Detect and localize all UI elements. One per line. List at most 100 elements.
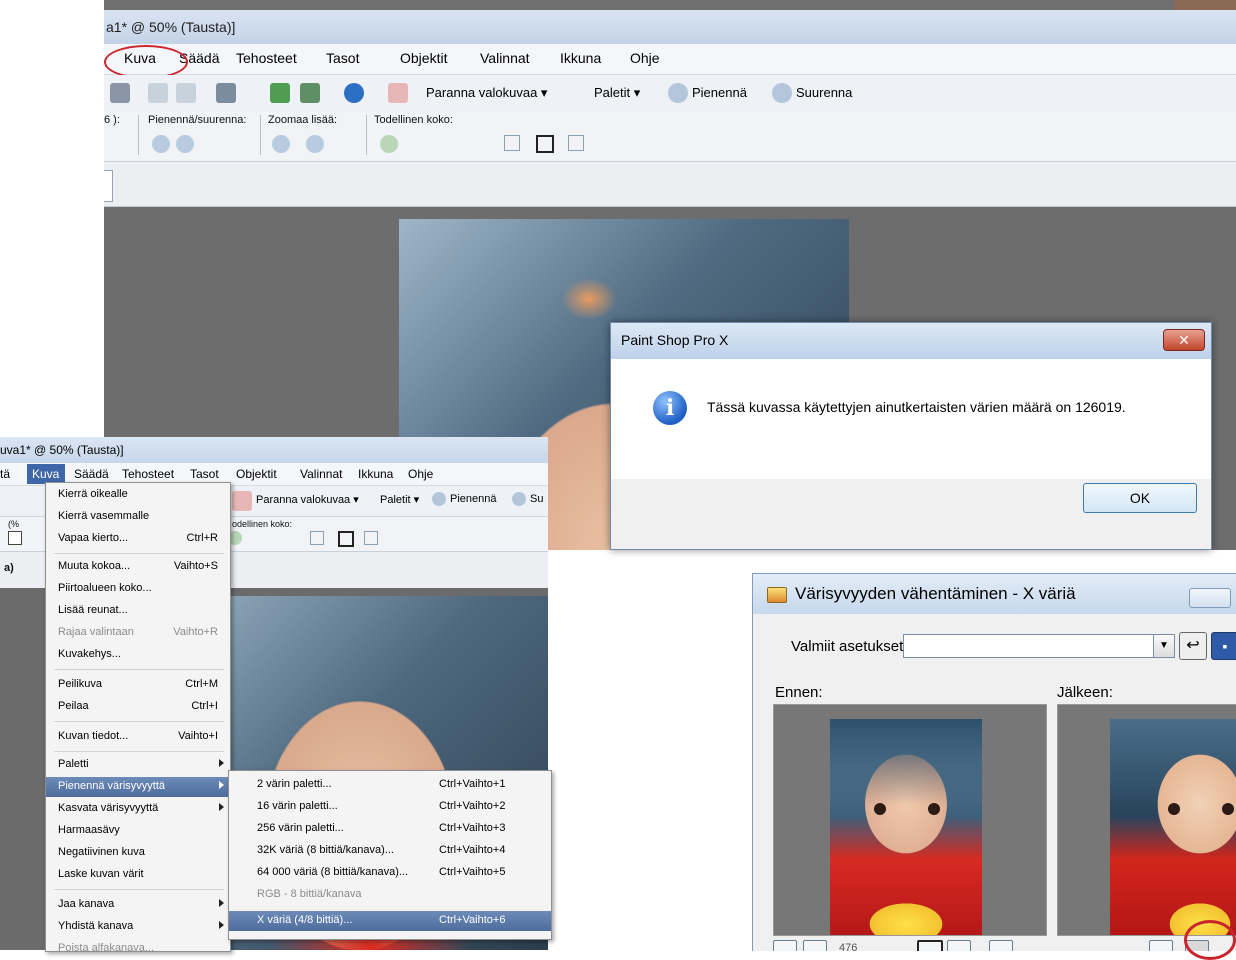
menu-item-rotate-left[interactable]: Kierrä vasemmalle xyxy=(46,507,230,527)
info-icon[interactable] xyxy=(344,83,364,103)
organizer-icon[interactable] xyxy=(300,83,320,103)
submenu-item-x-colors[interactable]: X väriä (4/8 bittiä)... Ctrl+Vaihto+6 xyxy=(229,911,551,931)
menu-item-free-rotate[interactable]: Vapaa kierto... Ctrl+R xyxy=(46,529,230,549)
zoom-more-in-icon[interactable] xyxy=(306,135,324,153)
menu-separator xyxy=(54,721,224,722)
fit-window-icon[interactable] xyxy=(504,135,520,151)
annotation-circle-proof xyxy=(1184,920,1236,960)
menu-valinnat[interactable]: Valinnat xyxy=(300,467,342,481)
toolbar: Paranna valokuvaa ▾ Paletit ▾ Pienennä S… xyxy=(104,75,1236,112)
zoom-in-icon[interactable] xyxy=(947,940,971,951)
menu-item-resize[interactable]: Muuta kokoa... Vaihto+S xyxy=(46,557,230,577)
zoom-out-button[interactable]: Pienennä xyxy=(450,493,497,505)
menu-saada[interactable]: Säädä xyxy=(74,467,109,481)
menu-item-palette[interactable]: Paletti xyxy=(46,755,230,775)
menu-item-canvas-size[interactable]: Piirtoalueen koko... xyxy=(46,579,230,599)
menu-item-image-info[interactable]: Kuvan tiedot... Vaihto+I xyxy=(46,727,230,747)
menu-ohje[interactable]: Ohje xyxy=(408,467,433,481)
dialog-title: Värisyvyyden vähentäminen - X väriä xyxy=(795,584,1076,603)
fit-image-icon[interactable] xyxy=(536,135,554,153)
submenu-item-64000-colors[interactable]: 64 000 väriä (8 bittiä/kanava)... Ctrl+Va… xyxy=(229,863,551,883)
menu-ikkuna[interactable]: Ikkuna xyxy=(560,50,601,66)
fullscreen-icon[interactable] xyxy=(216,83,236,103)
fit-screen-icon[interactable] xyxy=(364,531,378,545)
zoom-in-button[interactable]: Suurenna xyxy=(796,85,852,100)
fit-window-icon[interactable] xyxy=(310,531,324,545)
palettes-button[interactable]: Paletit ▾ xyxy=(380,493,419,506)
actual-size-label: odellinen koko: xyxy=(232,519,293,529)
menu-item-picture-frame[interactable]: Kuvakehys... xyxy=(46,645,230,665)
menu-tasot[interactable]: Tasot xyxy=(326,50,359,66)
menu-tehosteet[interactable]: Tehosteet xyxy=(236,50,297,66)
fit-preview-icon[interactable] xyxy=(917,940,943,951)
menu-item-mirror[interactable]: Peilikuva Ctrl+M xyxy=(46,675,230,695)
menu-ikkuna[interactable]: Ikkuna xyxy=(358,467,393,481)
menu-partial[interactable]: tä xyxy=(0,467,10,481)
menu-item-split-channel[interactable]: Jaa kanava xyxy=(46,895,230,915)
save-preset-icon[interactable]: ▪ xyxy=(1211,632,1236,660)
after-preview[interactable] xyxy=(1057,704,1236,936)
redo-icon[interactable] xyxy=(176,83,196,103)
close-button[interactable]: ✕ xyxy=(1163,329,1205,351)
preview-controls: 476 xyxy=(753,936,1236,951)
eraser-icon[interactable] xyxy=(388,83,408,103)
dropdown-icon[interactable] xyxy=(8,531,22,545)
menu-item-shortcut: Vaihto+I xyxy=(178,730,218,742)
palettes-button[interactable]: Paletit ▾ xyxy=(594,85,640,101)
zoom-out-button[interactable]: Pienennä xyxy=(692,85,747,100)
print-icon[interactable] xyxy=(110,83,130,103)
zoom-option-label: Pienennä/suurenna: xyxy=(148,114,247,126)
before-preview[interactable] xyxy=(773,704,1047,936)
menu-item-rotate-right[interactable]: Kierrä oikealle xyxy=(46,485,230,505)
fit-screen-icon[interactable] xyxy=(568,135,584,151)
submenu-item-2-colors[interactable]: 2 värin paletti... Ctrl+Vaihto+1 xyxy=(229,775,551,795)
fit-image-icon[interactable] xyxy=(338,531,354,547)
submenu-item-label: 2 värin paletti... xyxy=(257,778,332,790)
chevron-down-icon[interactable]: ▼ xyxy=(1153,634,1175,658)
zoom-in-small-icon[interactable] xyxy=(176,135,194,153)
minimize-button[interactable] xyxy=(1189,588,1231,608)
menu-kuva-open[interactable]: Kuva xyxy=(27,464,65,484)
menu-item-decrease-color-depth[interactable]: Pienennä värisyvyyttä xyxy=(46,777,230,797)
actual-size-icon[interactable] xyxy=(380,135,398,153)
zoom-out-icon[interactable] xyxy=(803,940,827,951)
reset-icon[interactable]: ↩ xyxy=(1179,632,1207,660)
toggle-preview-icon[interactable] xyxy=(1149,940,1173,951)
menu-item-label: Peilaa xyxy=(58,700,89,712)
partial-option-label: 6 ): xyxy=(104,114,120,126)
dialog-body: i Tässä kuvassa käytettyjen ainutkertais… xyxy=(611,359,1211,479)
menu-item-increase-color-depth[interactable]: Kasvata värisyvyyttä xyxy=(46,799,230,819)
enhance-photo-button[interactable]: Paranna valokuvaa ▾ xyxy=(256,493,359,506)
undo-icon[interactable] xyxy=(148,83,168,103)
ok-button[interactable]: OK xyxy=(1083,483,1197,513)
presets-label: Valmiit asetukset: xyxy=(791,638,908,655)
info-preview-icon[interactable] xyxy=(989,940,1013,951)
menu-ohje[interactable]: Ohje xyxy=(630,50,660,66)
zoom-more-out-icon[interactable] xyxy=(272,135,290,153)
menu-item-combine-channel[interactable]: Yhdistä kanava xyxy=(46,917,230,937)
menu-valinnat[interactable]: Valinnat xyxy=(480,50,530,66)
menu-tasot[interactable]: Tasot xyxy=(190,467,219,481)
menu-item-count-colors[interactable]: Laske kuvan värit xyxy=(46,865,230,885)
browser-icon[interactable] xyxy=(270,83,290,103)
move-preview-icon[interactable] xyxy=(773,940,797,951)
zoom-in-icon xyxy=(512,492,526,506)
submenu-item-256-colors[interactable]: 256 värin paletti... Ctrl+Vaihto+3 xyxy=(229,819,551,839)
submenu-item-shortcut: Ctrl+Vaihto+2 xyxy=(439,800,506,812)
menu-item-label: Negatiivinen kuva xyxy=(58,846,145,858)
zoom-in-button[interactable]: Su xyxy=(530,493,543,505)
menu-item-negative[interactable]: Negatiivinen kuva xyxy=(46,843,230,863)
menu-tehosteet[interactable]: Tehosteet xyxy=(122,467,174,481)
presets-select[interactable] xyxy=(903,634,1155,658)
submenu-item-32k-colors[interactable]: 32K väriä (8 bittiä/kanava)... Ctrl+Vaiht… xyxy=(229,841,551,861)
menu-objektit[interactable]: Objektit xyxy=(236,467,277,481)
submenu-item-16-colors[interactable]: 16 värin paletti... Ctrl+Vaihto+2 xyxy=(229,797,551,817)
zoom-out-small-icon[interactable] xyxy=(152,135,170,153)
menu-item-flip[interactable]: Peilaa Ctrl+I xyxy=(46,697,230,717)
eraser-icon[interactable] xyxy=(232,491,252,511)
enhance-photo-button[interactable]: Paranna valokuvaa ▾ xyxy=(426,85,547,101)
menu-objektit[interactable]: Objektit xyxy=(400,50,447,66)
menu-item-add-borders[interactable]: Lisää reunat... xyxy=(46,601,230,621)
menu-item-greyscale[interactable]: Harmaasävy xyxy=(46,821,230,841)
menu-item-label: Paletti xyxy=(58,758,89,770)
